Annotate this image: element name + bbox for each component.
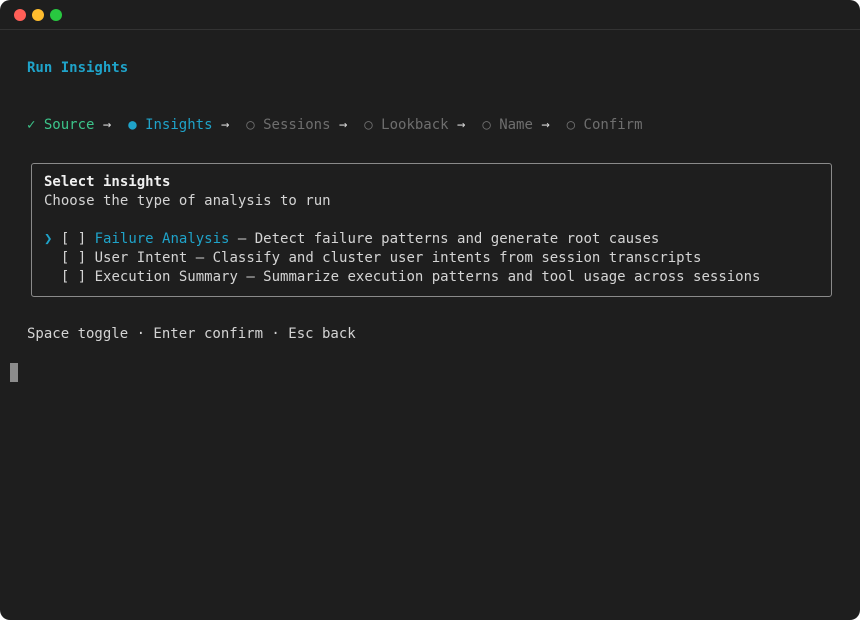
arrow-right-icon: → <box>220 117 230 133</box>
option-user-intent[interactable]: [ ] User Intent – Classify and cluster u… <box>44 249 702 268</box>
keyboard-help: Space toggle · Enter confirm · Esc back <box>27 326 356 342</box>
step-name: ○ Name <box>482 117 533 133</box>
arrow-right-icon: → <box>338 117 348 133</box>
checkbox[interactable]: [ ] <box>61 269 86 285</box>
option-failure-analysis[interactable]: ❯ [ ] Failure Analysis – Detect failure … <box>44 230 659 249</box>
step-confirm: ○ Confirm <box>566 117 643 133</box>
terminal-cursor <box>10 363 18 382</box>
arrow-right-icon: → <box>541 117 550 133</box>
step-sessions: ○ Sessions <box>246 117 331 133</box>
checkbox[interactable]: [ ] <box>61 231 86 247</box>
empty-circle-icon: ○ <box>566 117 576 133</box>
option-name: Execution Summary <box>94 269 238 285</box>
empty-circle-icon: ○ <box>364 117 373 133</box>
close-window-button[interactable] <box>14 9 26 21</box>
option-name: User Intent <box>94 250 188 266</box>
panel-subheading: Choose the type of analysis to run <box>44 193 331 209</box>
step-lookback: ○ Lookback <box>364 117 449 133</box>
minimize-window-button[interactable] <box>32 9 44 21</box>
option-desc: – Summarize execution patterns and tool … <box>237 269 761 285</box>
option-desc: – Classify and cluster user intents from… <box>187 250 702 266</box>
step-source: ✓ Source <box>27 117 95 133</box>
check-icon: ✓ <box>27 117 36 133</box>
option-execution-summary[interactable]: [ ] Execution Summary – Summarize execut… <box>44 268 761 287</box>
title-bar <box>0 0 860 30</box>
empty-circle-icon: ○ <box>246 117 255 133</box>
pointer-icon: ❯ <box>44 231 53 247</box>
page-title: Run Insights <box>27 60 129 76</box>
panel-heading: Select insights <box>44 174 171 190</box>
checkbox[interactable]: [ ] <box>61 250 86 266</box>
maximize-window-button[interactable] <box>50 9 62 21</box>
option-desc: – Detect failure patterns and generate r… <box>229 231 660 247</box>
arrow-right-icon: → <box>102 117 112 133</box>
arrow-right-icon: → <box>457 117 466 133</box>
filled-dot-icon: ● <box>128 117 137 133</box>
step-progress: ✓ Source → ● Insights → ○ Sessions → ○ L… <box>27 116 643 135</box>
terminal-window: Run Insights ✓ Source → ● Insights → ○ S… <box>0 0 860 620</box>
option-name: Failure Analysis <box>94 231 230 247</box>
empty-circle-icon: ○ <box>482 117 491 133</box>
step-insights: ● Insights <box>128 117 213 133</box>
